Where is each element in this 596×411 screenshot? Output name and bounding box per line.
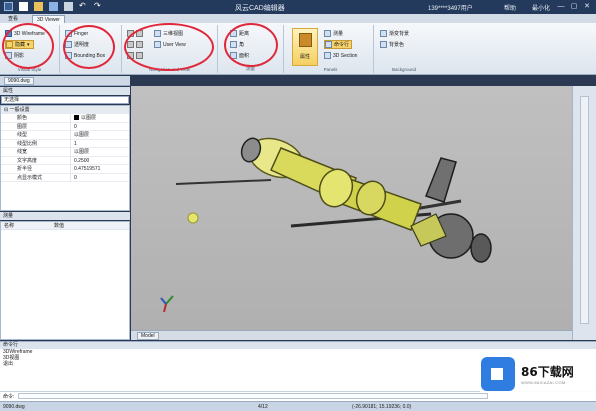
measure-panel-toggle[interactable]: 测量 <box>324 29 343 38</box>
group-title-panels: Panels <box>323 67 338 72</box>
watermark-brand: 86下载网 <box>521 365 574 379</box>
axis-indicator <box>160 295 174 313</box>
property-row[interactable]: 点显示模式 0 <box>1 173 129 182</box>
property-row[interactable]: 线型比例 1 <box>1 139 129 148</box>
properties-icon <box>299 33 312 47</box>
property-row[interactable]: 线型 以图层 <box>1 131 129 140</box>
property-grid: ⊟ 一般设置 颜色 以图层 图层 0 线型 以图层 线型比例 1 线宽 以图层 文字高度 0… <box>0 105 130 211</box>
measure-panel-title: 测量 <box>0 212 130 220</box>
3d-section-toggle[interactable]: 3D Section <box>324 51 357 60</box>
gradient-icon <box>380 30 387 37</box>
checkbox-icon <box>324 30 331 37</box>
properties-big-button[interactable]: 属性 <box>292 28 318 66</box>
model-body <box>240 137 492 263</box>
open-file-icon[interactable] <box>34 2 43 11</box>
tab-view[interactable]: 查看 <box>4 15 22 23</box>
ribbon-tabs: 查看 3D Viewer <box>0 14 596 23</box>
new-file-icon[interactable] <box>19 2 28 11</box>
selection-dropdown[interactable]: 无选择 <box>1 96 129 104</box>
annotation-circle <box>224 23 278 67</box>
annotation-circle <box>2 23 54 69</box>
command-prompt: 命令: <box>3 393 15 400</box>
status-file: 9090.dwg <box>3 404 25 410</box>
property-row[interactable]: 折半径 0.47519571 <box>1 165 129 174</box>
redo-icon[interactable]: ↷ <box>94 2 103 11</box>
3d-model <box>160 137 492 313</box>
group-title-background: Background <box>391 67 417 72</box>
print-icon[interactable] <box>64 2 73 11</box>
property-row[interactable]: 线宽 以图层 <box>1 148 129 157</box>
document-tab[interactable]: 9090.dwg <box>4 77 34 85</box>
undo-icon[interactable]: ↶ <box>79 2 88 11</box>
watermark: 86下载网 WWW.86XIAZAI.COM <box>480 356 596 392</box>
ribbon: 3D Wireframe 隐藏 ▾ 阴影 Visual Style Finger … <box>0 23 596 75</box>
property-row[interactable]: 图层 0 <box>1 122 129 131</box>
annotation-circle <box>124 23 214 71</box>
column-name[interactable]: 名称 <box>1 222 51 229</box>
viewport-tab-bar: Model <box>131 330 572 340</box>
properties-panel-title: 属性 <box>0 87 130 95</box>
origin-marker <box>187 212 199 224</box>
user-account[interactable]: 139****3497用户 <box>428 3 473 12</box>
category-general[interactable]: ⊟ 一般设置 <box>1 106 129 114</box>
column-value[interactable]: 数值 <box>51 222 101 229</box>
right-panel <box>572 86 596 340</box>
measure-list: 名称 数值 <box>0 221 130 340</box>
vertical-scrollbar[interactable] <box>580 96 589 324</box>
title-bar: ↶ ↷ 风云CAD编辑器 139****3497用户 帮助 最小化 — ▢ ✕ <box>0 0 596 14</box>
measure-list-header: 名称 数值 <box>1 222 129 230</box>
status-bar: 9090.dwg 4/12 (-26.90181; 15.19236; 0.0) <box>0 401 596 411</box>
command-input[interactable] <box>18 393 489 399</box>
group-background: 渐变背景 背景色 Background <box>374 25 434 73</box>
window-title: 风云CAD编辑器 <box>235 5 285 12</box>
property-row[interactable]: 颜色 以图层 <box>1 114 129 123</box>
status-page: 4/12 <box>258 404 268 410</box>
watermark-url: WWW.86XIAZAI.COM <box>521 380 566 385</box>
document-tab-bar: 9090.dwg <box>0 76 130 86</box>
app-menu-icon[interactable] <box>4 2 13 11</box>
section-icon <box>324 52 331 59</box>
color-swatch <box>74 115 79 120</box>
annotation-circle <box>63 25 115 69</box>
brand-logo-icon <box>481 357 515 391</box>
tab-3d-viewer[interactable]: 3D Viewer <box>32 15 65 23</box>
command-line-toggle[interactable]: 命令行 <box>324 40 353 49</box>
model-tab[interactable]: Model <box>137 332 159 340</box>
checkbox-icon <box>325 41 332 48</box>
background-color-button[interactable]: 背景色 <box>380 40 404 49</box>
minimize-button[interactable]: — <box>556 2 566 11</box>
save-icon[interactable] <box>49 2 58 11</box>
3d-viewport[interactable] <box>131 86 572 330</box>
help-link[interactable]: 帮助 <box>504 3 516 12</box>
gradient-background-button[interactable]: 渐变背景 <box>380 29 409 38</box>
color-icon <box>380 41 387 48</box>
maximize-button[interactable]: ▢ <box>569 2 579 11</box>
status-coords: (-26.90181; 15.19236; 0.0) <box>352 404 412 410</box>
quick-access-toolbar: ↶ ↷ <box>4 2 103 11</box>
minimize-label[interactable]: 最小化 <box>532 3 550 12</box>
command-input-row: 命令: <box>0 391 596 400</box>
group-panels: 属性 测量 命令行 3D Section Panels <box>288 25 374 73</box>
property-row[interactable]: 文字高度 0.2500 <box>1 156 129 165</box>
command-line-title: 命令行 <box>0 342 596 349</box>
close-button[interactable]: ✕ <box>582 2 592 11</box>
